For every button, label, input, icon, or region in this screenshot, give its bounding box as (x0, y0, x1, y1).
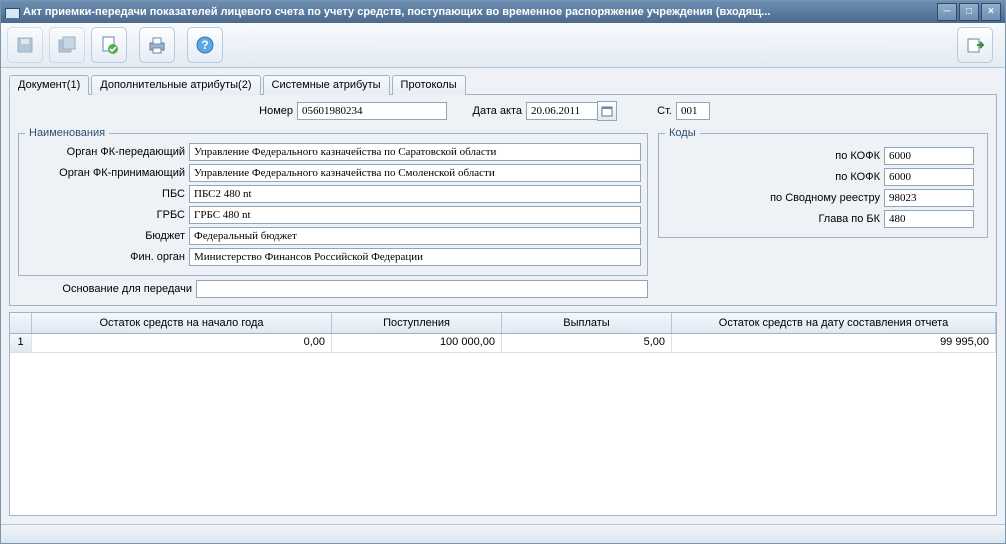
finorg-input[interactable] (189, 248, 641, 266)
basis-input[interactable] (196, 280, 648, 298)
codes-legend: Коды (665, 127, 700, 139)
tab-panel-document: Номер Дата акта Ст. Наименования Орган Ф… (9, 94, 997, 306)
save-all-icon (57, 35, 77, 55)
help-button[interactable]: ? (187, 27, 223, 63)
grid-rownum: 1 (10, 334, 32, 352)
cell-payments[interactable]: 5,00 (502, 334, 672, 352)
pbs-input[interactable] (189, 185, 641, 203)
export-button[interactable] (957, 27, 993, 63)
minimize-button[interactable]: ─ (937, 3, 957, 21)
st-label: Ст. (617, 105, 676, 117)
st-input[interactable] (676, 102, 710, 120)
glava-input[interactable] (884, 210, 974, 228)
document-check-icon (99, 35, 119, 55)
svod-input[interactable] (884, 189, 974, 207)
kofk2-input[interactable] (884, 168, 974, 186)
date-label: Дата акта (447, 105, 526, 117)
save-all-button[interactable] (49, 27, 85, 63)
tab-strip: Документ(1) Дополнительные атрибуты(2) С… (9, 74, 997, 94)
tab-document[interactable]: Документ(1) (9, 75, 89, 95)
data-grid: Остаток средств на начало года Поступлен… (9, 312, 997, 516)
tab-system-attributes[interactable]: Системные атрибуты (263, 75, 390, 95)
grid-body[interactable]: 1 0,00 100 000,00 5,00 99 995,00 (10, 334, 996, 515)
grid-col-payments[interactable]: Выплаты (502, 313, 672, 333)
names-fieldset: Наименования Орган ФК-передающий Орган Ф… (18, 127, 648, 276)
basis-label: Основание для передачи (18, 283, 196, 295)
help-icon: ? (195, 35, 215, 55)
export-icon (965, 35, 985, 55)
table-row[interactable]: 1 0,00 100 000,00 5,00 99 995,00 (10, 334, 996, 353)
grid-header: Остаток средств на начало года Поступлен… (10, 313, 996, 334)
date-input[interactable] (526, 102, 598, 120)
save-icon (15, 35, 35, 55)
fk-send-input[interactable] (189, 143, 641, 161)
print-button[interactable] (139, 27, 175, 63)
grid-col-incoming[interactable]: Поступления (332, 313, 502, 333)
budget-label: Бюджет (25, 230, 189, 242)
kofk1-input[interactable] (884, 147, 974, 165)
number-input[interactable] (297, 102, 447, 120)
date-picker-button[interactable] (597, 101, 617, 121)
app-window: Акт приемки-передачи показателей лицевог… (0, 0, 1006, 544)
content-area: Документ(1) Дополнительные атрибуты(2) С… (1, 68, 1005, 524)
fk-recv-label: Орган ФК-принимающий (25, 167, 189, 179)
grid-col-start-balance[interactable]: Остаток средств на начало года (32, 313, 332, 333)
glava-label: Глава по БК (665, 213, 884, 225)
titlebar: Акт приемки-передачи показателей лицевог… (1, 1, 1005, 23)
finorg-label: Фин. орган (25, 251, 189, 263)
cell-start-balance[interactable]: 0,00 (32, 334, 332, 352)
grid-col-report-balance[interactable]: Остаток средств на дату составления отче… (672, 313, 996, 333)
maximize-button[interactable]: □ (959, 3, 979, 21)
names-legend: Наименования (25, 127, 109, 139)
svg-text:?: ? (201, 38, 208, 52)
save-button[interactable] (7, 27, 43, 63)
check-button[interactable] (91, 27, 127, 63)
close-button[interactable]: × (981, 3, 1001, 21)
kofk1-label: по КОФК (665, 150, 884, 162)
printer-icon (147, 35, 167, 55)
budget-input[interactable] (189, 227, 641, 245)
fk-recv-input[interactable] (189, 164, 641, 182)
status-bar (1, 524, 1005, 543)
toolbar: ? (1, 23, 1005, 68)
kofk2-label: по КОФК (665, 171, 884, 183)
grbs-input[interactable] (189, 206, 641, 224)
pbs-label: ПБС (25, 188, 189, 200)
fk-send-label: Орган ФК-передающий (25, 146, 189, 158)
cell-report-balance[interactable]: 99 995,00 (672, 334, 996, 352)
tab-protocols[interactable]: Протоколы (392, 75, 466, 95)
codes-fieldset: Коды по КОФК по КОФК по Сводному реестру… (658, 127, 988, 238)
number-label: Номер (18, 105, 297, 117)
cell-incoming[interactable]: 100 000,00 (332, 334, 502, 352)
calendar-icon (601, 105, 613, 117)
tab-additional-attributes[interactable]: Дополнительные атрибуты(2) (91, 75, 260, 95)
grbs-label: ГРБС (25, 209, 189, 221)
window-title: Акт приемки-передачи показателей лицевог… (5, 6, 935, 18)
svod-label: по Сводному реестру (665, 192, 884, 204)
grid-rownum-header (10, 313, 32, 333)
